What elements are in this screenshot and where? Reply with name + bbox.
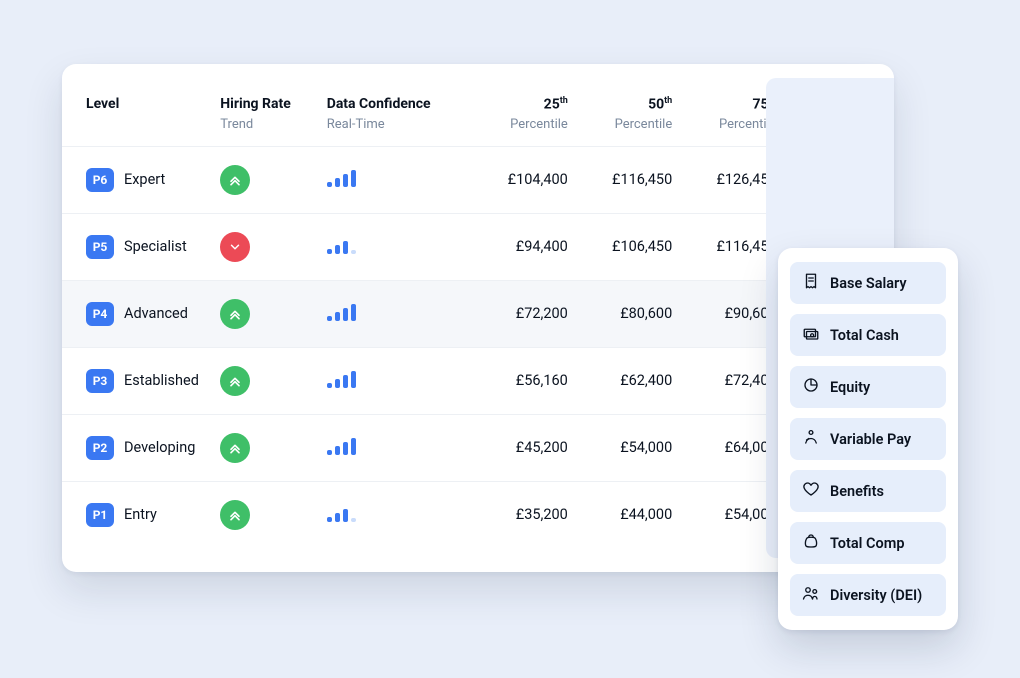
cell-p25: £104,400	[462, 146, 568, 213]
col-sub-confidence: Real-Time	[327, 117, 462, 147]
level-badge: P2	[86, 436, 114, 460]
table-row[interactable]: P6 Expert £104,400£116,450£126,450£120,450	[62, 146, 894, 213]
salary-table: Level Hiring Rate Data Confidence 25th 5…	[62, 86, 894, 548]
pie-icon	[802, 376, 820, 398]
level-badge: P5	[86, 235, 114, 259]
menu-item-base-salary[interactable]: Base Salary	[790, 262, 946, 304]
cell-p25: £35,200	[462, 481, 568, 548]
confidence-bars-icon	[327, 146, 462, 213]
menu-item-equity[interactable]: Equity	[790, 366, 946, 408]
menu-item-label: Total Comp	[830, 535, 904, 552]
confidence-bars-icon	[327, 414, 462, 481]
cell-p50: £80,600	[568, 280, 672, 347]
salary-table-card: Level Hiring Rate Data Confidence 25th 5…	[62, 64, 894, 572]
cell-p75: £64,000	[672, 414, 776, 481]
col-sub-p25: Percentile	[462, 117, 568, 147]
cell-target: £120,450	[777, 146, 894, 213]
level-name: Advanced	[124, 305, 188, 322]
level-badge: P1	[86, 503, 114, 527]
col-sub-target: Percentile	[777, 117, 894, 147]
cell-p75: £116,450	[672, 213, 776, 280]
col-header-hiring[interactable]: Hiring Rate	[220, 86, 326, 117]
menu-item-label: Base Salary	[830, 275, 907, 292]
menu-item-total-cash[interactable]: Total Cash	[790, 314, 946, 356]
col-header-p75[interactable]: 75th	[672, 86, 776, 117]
level-name: Specialist	[124, 238, 187, 255]
cell-p50: £62,400	[568, 347, 672, 414]
confidence-bars-icon	[327, 347, 462, 414]
heart-icon	[802, 480, 820, 502]
menu-item-label: Total Cash	[830, 327, 899, 344]
hand-icon	[802, 428, 820, 450]
menu-item-label: Equity	[830, 379, 870, 396]
level-name: Developing	[124, 439, 195, 456]
col-sub-p75: Percentile	[672, 117, 776, 147]
level-badge: P6	[86, 168, 114, 192]
menu-item-label: Diversity (DEI)	[830, 587, 922, 604]
cell-p25: £45,200	[462, 414, 568, 481]
level-name: Expert	[124, 171, 165, 188]
confidence-bars-icon	[327, 280, 462, 347]
level-name: Entry	[124, 506, 157, 523]
cell-p75: £54,000	[672, 481, 776, 548]
level-name: Established	[124, 372, 199, 389]
cell-p25: £56,160	[462, 347, 568, 414]
cell-p75: £72,400	[672, 347, 776, 414]
cash-icon	[802, 324, 820, 346]
level-badge: P4	[86, 302, 114, 326]
trend-down-icon	[220, 232, 250, 262]
col-header-p50[interactable]: 50th	[568, 86, 672, 117]
menu-item-total-comp[interactable]: Total Comp	[790, 522, 946, 564]
col-header-p25[interactable]: 25th	[462, 86, 568, 117]
table-row[interactable]: P4 Advanced £72,200£80,600£90,600	[62, 280, 894, 347]
cell-p25: £72,200	[462, 280, 568, 347]
bag-icon	[802, 532, 820, 554]
cell-p50: £116,450	[568, 146, 672, 213]
cell-p50: £106,450	[568, 213, 672, 280]
table-row[interactable]: P2 Developing £45,200£54,000£64,000	[62, 414, 894, 481]
menu-item-diversity-dei[interactable]: Diversity (DEI)	[790, 574, 946, 616]
trend-up-icon	[220, 299, 250, 329]
menu-item-benefits[interactable]: Benefits	[790, 470, 946, 512]
col-header-confidence[interactable]: Data Confidence	[327, 86, 462, 117]
confidence-bars-icon	[327, 213, 462, 280]
menu-item-label: Benefits	[830, 483, 884, 500]
people-icon	[802, 584, 820, 606]
col-sub-p50: Percentile	[568, 117, 672, 147]
cell-p50: £54,000	[568, 414, 672, 481]
cell-p75: £90,600	[672, 280, 776, 347]
category-menu: Base Salary Total Cash Equity Variable Pay B…	[778, 248, 958, 630]
level-badge: P3	[86, 369, 114, 393]
table-row[interactable]: P1 Entry £35,200£44,000£54,000	[62, 481, 894, 548]
confidence-bars-icon	[327, 481, 462, 548]
table-row[interactable]: P3 Established £56,160£62,400£72,400	[62, 347, 894, 414]
col-header-level[interactable]: Level	[62, 86, 220, 117]
menu-item-variable-pay[interactable]: Variable Pay	[790, 418, 946, 460]
col-sub-hiring: Trend	[220, 117, 326, 147]
col-header-target[interactable]: Target: 60th	[777, 86, 894, 117]
trend-up-icon	[220, 500, 250, 530]
receipt-icon	[802, 272, 820, 294]
trend-up-icon	[220, 366, 250, 396]
cell-p50: £44,000	[568, 481, 672, 548]
trend-up-icon	[220, 433, 250, 463]
trend-up-icon	[220, 165, 250, 195]
table-row[interactable]: P5Specialist£94,400£106,450£116,450£110,…	[62, 213, 894, 280]
cell-p75: £126,450	[672, 146, 776, 213]
cell-p25: £94,400	[462, 213, 568, 280]
menu-item-label: Variable Pay	[830, 431, 911, 448]
